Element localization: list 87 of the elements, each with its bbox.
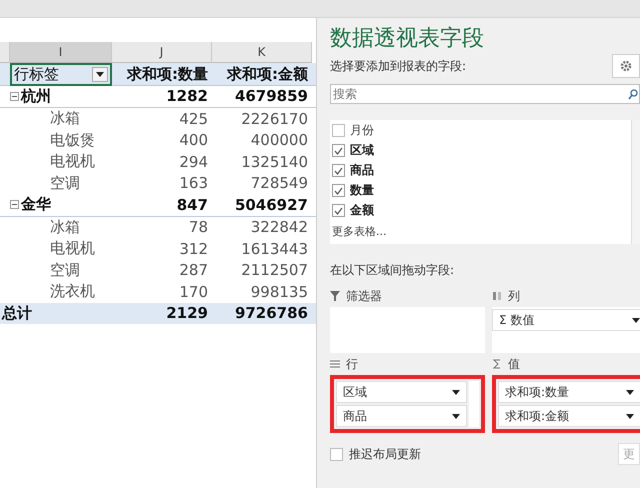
table-cell-text: 847 xyxy=(176,194,209,216)
collapse-icon[interactable] xyxy=(10,92,19,101)
table-cell-text: 洗衣机 xyxy=(49,281,96,302)
table-cell-text: 287 xyxy=(178,260,209,281)
field-item[interactable]: 月份 xyxy=(332,122,629,139)
area-title: 筛选器 xyxy=(346,288,382,304)
rows-icon xyxy=(330,359,340,369)
table-cell-text: 400000 xyxy=(250,130,309,151)
areas-label: 在以下区域间拖动字段: xyxy=(330,262,456,279)
row-labels-cell[interactable]: 行标签 xyxy=(10,63,112,86)
checkbox[interactable] xyxy=(332,144,345,157)
column-header[interactable]: K xyxy=(212,42,312,63)
pane-subtitle: 选择要添加到报表的字段: xyxy=(330,58,466,74)
field-item[interactable]: 区域 xyxy=(332,142,629,159)
caret-icon xyxy=(626,414,634,418)
table-cell-text: 163 xyxy=(178,173,209,194)
table-cell-text: 9726786 xyxy=(234,303,309,324)
table-cell-text: 998135 xyxy=(250,282,309,302)
caret-icon xyxy=(632,318,640,322)
field-item[interactable]: 数量 xyxy=(332,182,629,199)
header-cell-text: 求和项:金额 xyxy=(226,64,309,85)
scrollbar[interactable] xyxy=(631,120,640,244)
total-cell-text: 总计 xyxy=(2,302,33,324)
field-item[interactable]: 商品 xyxy=(332,162,629,179)
field-chip[interactable]: 商品 xyxy=(336,405,467,427)
sigma-icon xyxy=(492,359,502,369)
table-cell-text: 2112507 xyxy=(240,260,309,281)
area-title: 值 xyxy=(508,356,520,372)
field-chip[interactable]: 求和项:金额 xyxy=(498,405,640,427)
column-header[interactable]: I xyxy=(10,42,112,63)
search-icon xyxy=(628,89,638,100)
table-cell-text: 322842 xyxy=(250,217,309,238)
table-cell-text: 电饭煲 xyxy=(49,130,96,151)
caret-icon xyxy=(452,390,460,394)
table-cell-text: 4679859 xyxy=(234,86,309,107)
settings-icon xyxy=(620,60,632,72)
table-cell-text: 1613443 xyxy=(240,238,309,260)
search-field[interactable]: 搜索 xyxy=(330,84,640,104)
area-title: 列 xyxy=(508,288,520,304)
check-icon xyxy=(334,146,343,154)
column-header[interactable]: J xyxy=(112,42,212,63)
area-title: 行 xyxy=(346,356,358,372)
pane-title: 数据透视表字段 xyxy=(330,25,484,53)
table-cell-text: 空调 xyxy=(49,260,81,281)
more-tables-link[interactable]: 更多表格... xyxy=(332,224,629,239)
table-cell-text: 空调 xyxy=(49,172,81,194)
table-cell-text: 78 xyxy=(188,217,209,238)
group-cell: 金华 xyxy=(10,194,112,216)
caret-icon xyxy=(452,414,460,418)
checkbox[interactable] xyxy=(330,448,343,460)
checkbox[interactable] xyxy=(332,164,345,177)
checkbox[interactable] xyxy=(332,184,345,197)
header-cell-text: 求和项:数量 xyxy=(126,64,209,85)
check-icon xyxy=(334,186,343,194)
table-cell-text: 1325140 xyxy=(240,152,309,172)
check-icon xyxy=(334,206,343,214)
table-cell-text: 冰箱 xyxy=(49,216,81,238)
table-cell-text: 400 xyxy=(178,130,209,151)
table-cell-text: 294 xyxy=(178,152,209,172)
defer-update-option[interactable]: 推迟布局更新 xyxy=(330,446,421,462)
collapse-icon[interactable] xyxy=(10,200,19,210)
field-chip[interactable]: 区域 xyxy=(336,381,467,403)
table-cell-text: 170 xyxy=(178,282,209,302)
table-cell-text: 冰箱 xyxy=(49,108,81,130)
table-cell-text: 电视机 xyxy=(49,151,96,172)
columns-area[interactable]: Σ 数值 xyxy=(492,307,640,353)
filter-button[interactable] xyxy=(92,67,108,82)
table-cell-text: 425 xyxy=(178,108,209,130)
table-cell-text: 312 xyxy=(178,238,209,260)
table-cell-text: 2129 xyxy=(165,303,209,324)
table-cell-text: 电视机 xyxy=(49,238,96,260)
table-cell-text: 2226170 xyxy=(240,108,309,130)
table-cell-text: 5046927 xyxy=(234,194,309,216)
field-item[interactable]: 金额 xyxy=(332,202,629,219)
filter-icon xyxy=(330,291,340,301)
group-cell: 杭州 xyxy=(10,86,112,107)
field-chip[interactable]: Σ 数值 xyxy=(492,309,640,331)
check-icon xyxy=(334,166,343,174)
settings-button[interactable] xyxy=(612,54,640,78)
checkbox[interactable] xyxy=(332,124,345,137)
checkbox[interactable] xyxy=(332,204,345,217)
caret-icon xyxy=(96,72,104,77)
columns-icon xyxy=(492,291,502,301)
table-cell-text: 728549 xyxy=(250,173,309,194)
caret-icon xyxy=(626,390,634,394)
field-chip[interactable]: 求和项:数量 xyxy=(498,381,640,403)
table-cell-text: 1282 xyxy=(165,86,209,107)
